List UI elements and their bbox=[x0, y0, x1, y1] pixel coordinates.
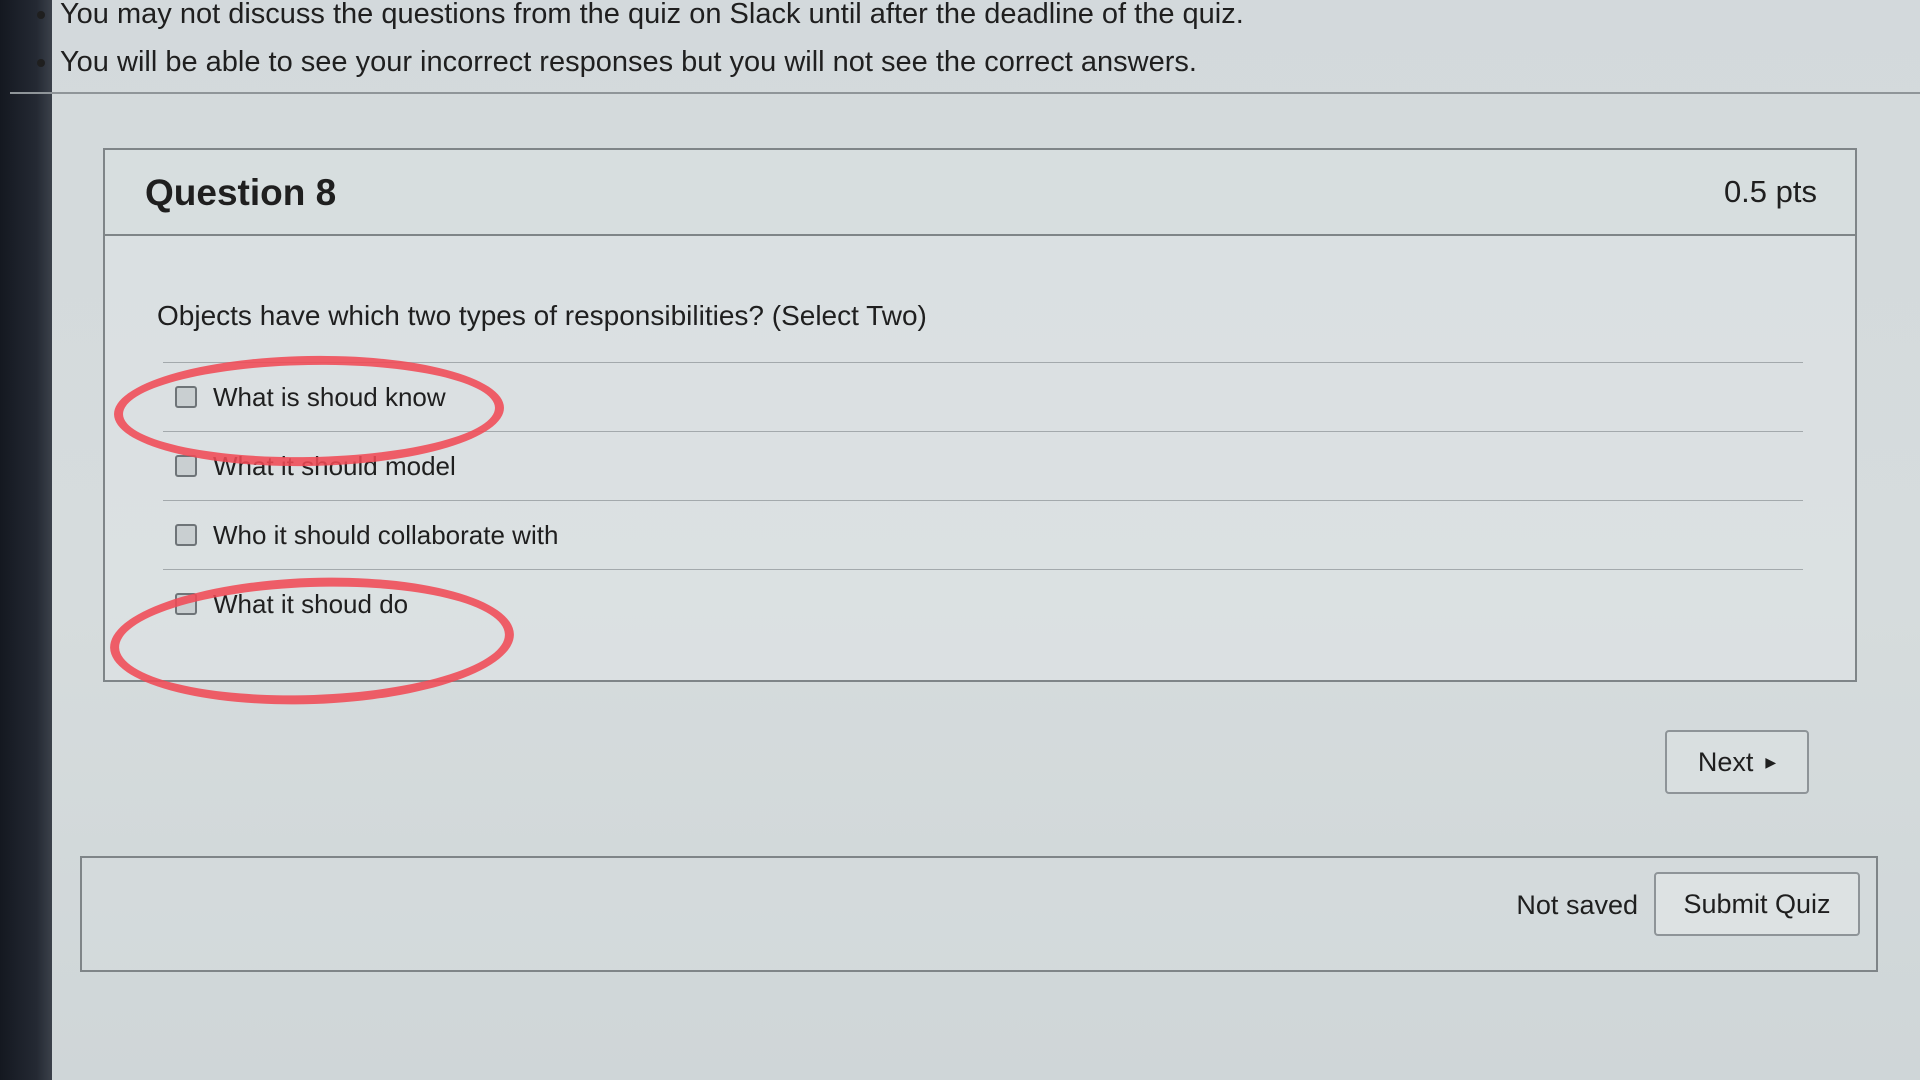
next-button-label: Next bbox=[1697, 746, 1754, 777]
answer-option[interactable]: What is shoud know bbox=[163, 362, 1803, 431]
answer-checkbox[interactable] bbox=[175, 524, 197, 546]
answer-checkbox[interactable] bbox=[175, 593, 197, 615]
answer-option[interactable]: What it should model bbox=[163, 431, 1803, 500]
next-button[interactable]: Next ▶ bbox=[1665, 730, 1809, 794]
quiz-footer: Not saved Submit Quiz bbox=[80, 856, 1878, 972]
quiz-instructions: You may not discuss the questions from t… bbox=[10, 0, 1920, 94]
question-points: 0.5 pts bbox=[1723, 174, 1817, 209]
answer-label: What is shoud know bbox=[213, 381, 446, 412]
instruction-list: You may not discuss the questions from t… bbox=[10, 0, 1920, 86]
screen-bezel bbox=[0, 0, 52, 1080]
answer-label: What it should model bbox=[213, 450, 456, 481]
instruction-item: You will be able to see your incorrect r… bbox=[60, 38, 1920, 86]
answer-label: Who it should collaborate with bbox=[213, 519, 559, 550]
answer-option[interactable]: Who it should collaborate with bbox=[163, 500, 1803, 569]
instruction-item: You may not discuss the questions from t… bbox=[60, 0, 1920, 38]
question-header: Question 8 0.5 pts bbox=[105, 150, 1855, 236]
submit-quiz-button[interactable]: Submit Quiz bbox=[1654, 872, 1860, 936]
question-title: Question 8 bbox=[145, 172, 337, 213]
answer-list: What is shoud know What it should model … bbox=[163, 362, 1803, 638]
triangle-right-icon: ▶ bbox=[1765, 753, 1777, 770]
answer-option[interactable]: What it shoud do bbox=[163, 569, 1803, 638]
answer-checkbox[interactable] bbox=[175, 455, 197, 477]
question-card: Question 8 0.5 pts Objects have which tw… bbox=[103, 148, 1857, 682]
question-text: Objects have which two types of responsi… bbox=[157, 300, 927, 331]
save-status: Not saved bbox=[1516, 890, 1638, 920]
answer-label: What it shoud do bbox=[213, 588, 409, 619]
answer-checkbox[interactable] bbox=[175, 386, 197, 408]
